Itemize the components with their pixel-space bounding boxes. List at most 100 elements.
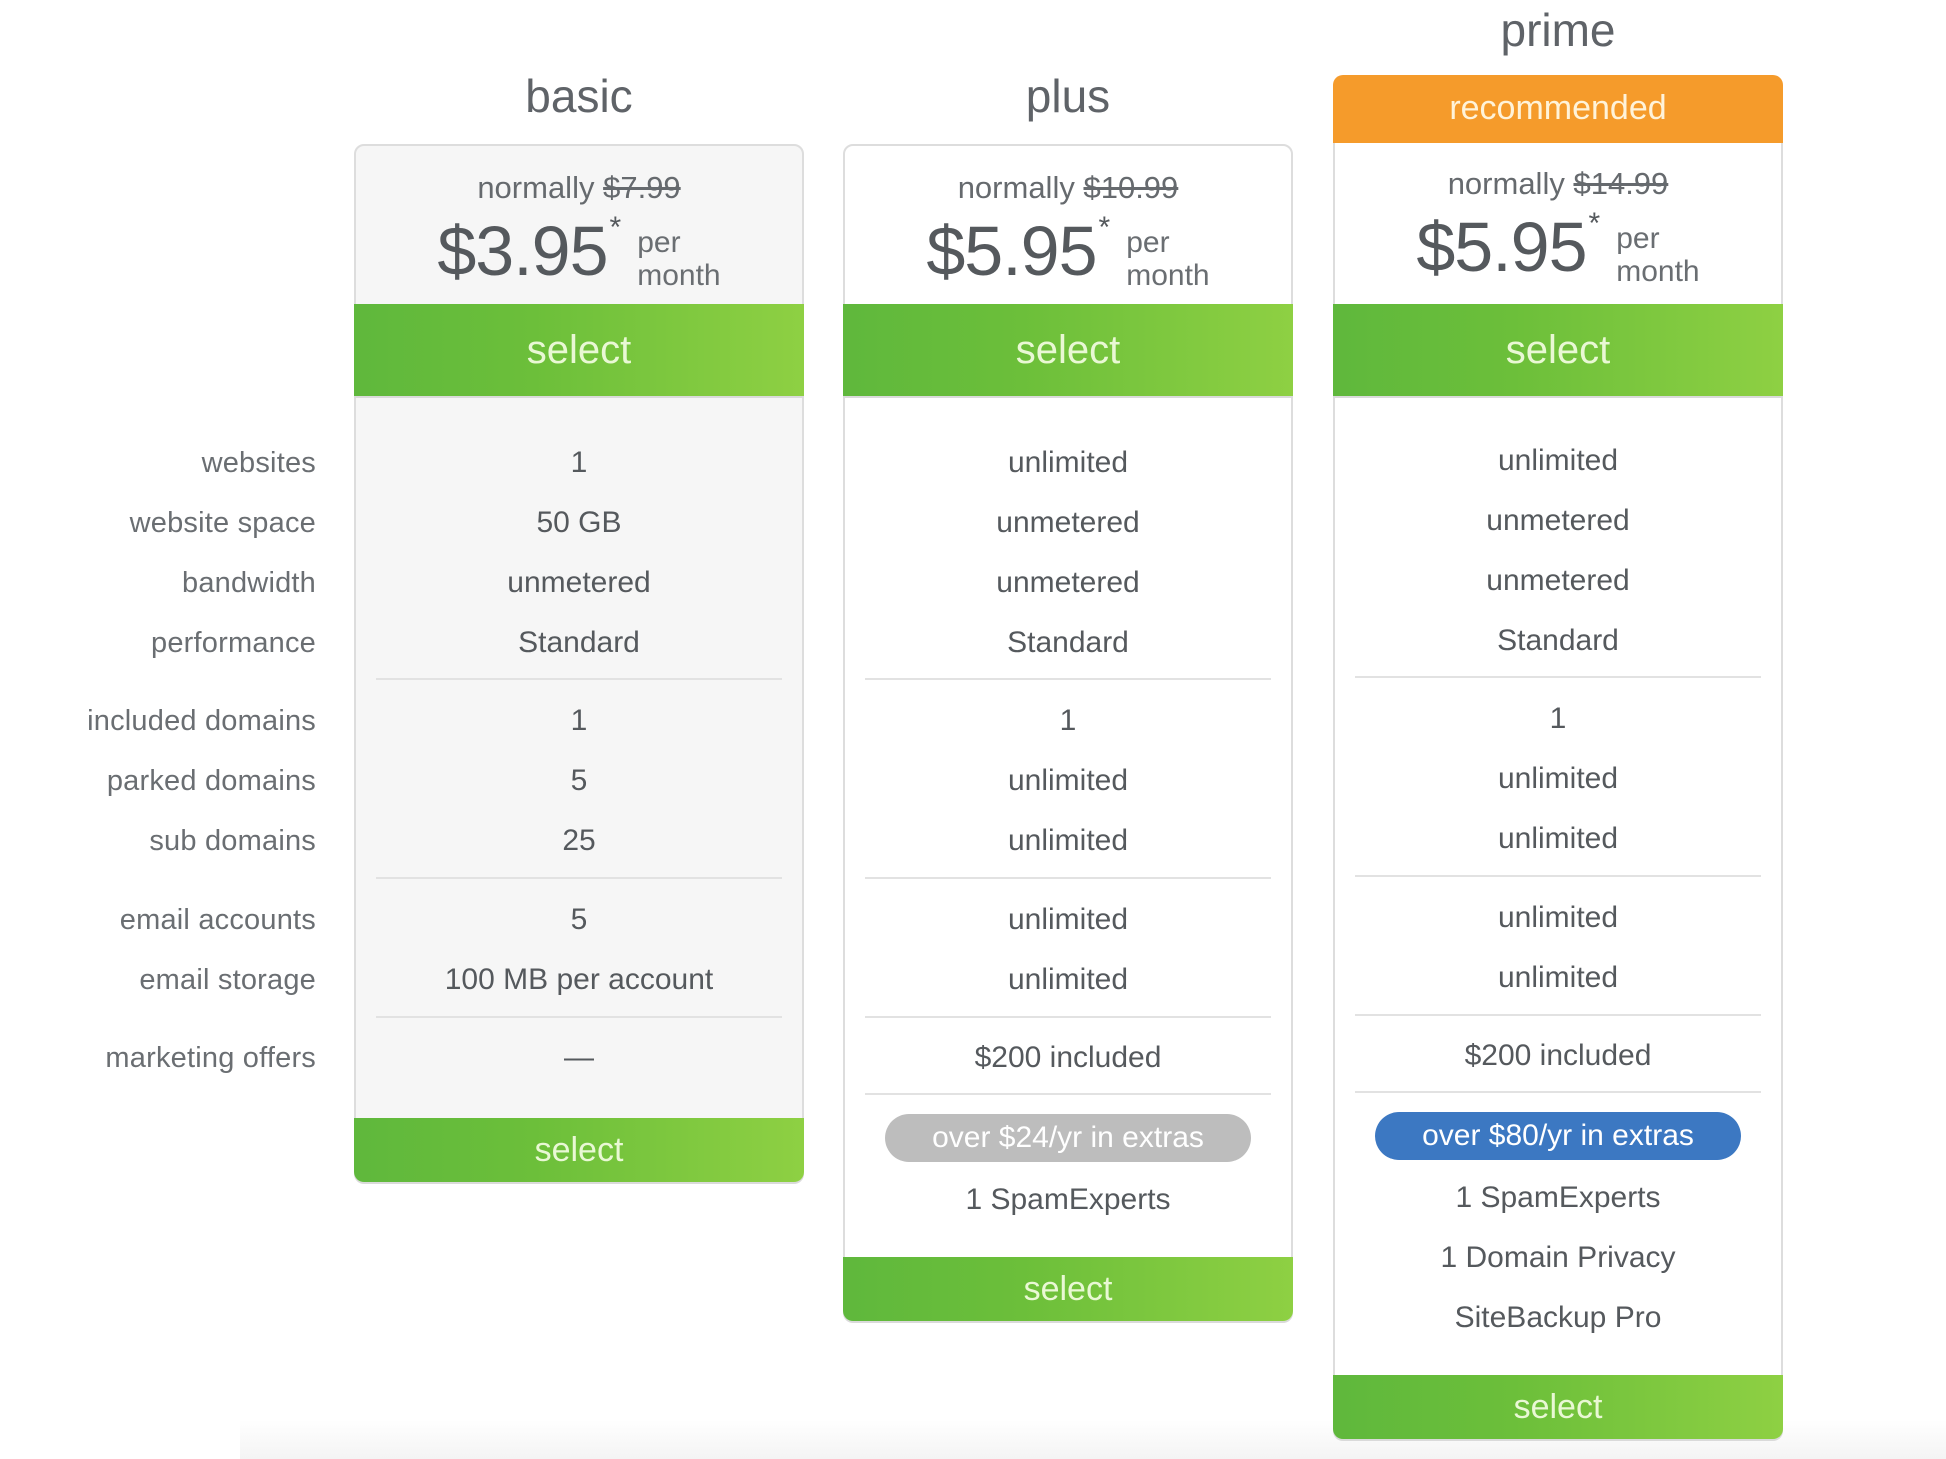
price-line: $3.95 * per month (356, 208, 802, 298)
divider (865, 1093, 1271, 1095)
feature-included-domains: 1 (1059, 704, 1077, 737)
divider (376, 1016, 782, 1018)
feature-email-accounts: 5 (570, 903, 588, 936)
normally-label: normally (477, 170, 595, 205)
feature-performance: Standard (518, 626, 640, 659)
per-month: per month (1126, 226, 1209, 292)
extra-item: 1 SpamExperts (965, 1183, 1171, 1216)
divider (865, 1016, 1271, 1018)
old-price: $7.99 (603, 170, 681, 205)
feature-website-space: 50 GB (536, 506, 622, 539)
sale-price: $3.95 (437, 212, 608, 290)
asterisk: * (609, 211, 622, 244)
asterisk: * (1098, 211, 1111, 244)
label-sub-domains: sub domains (149, 825, 316, 857)
normally-label: normally (957, 170, 1075, 205)
feature-email-accounts: unlimited (1007, 903, 1129, 936)
price-header: normally $10.99 $5.95 * per month (845, 146, 1291, 306)
feature-bandwidth: unmetered (996, 566, 1140, 599)
label-performance: performance (151, 627, 316, 659)
per-label: per (637, 226, 681, 259)
per-month: per month (1616, 222, 1699, 288)
sale-price: $5.95 (1416, 208, 1587, 286)
extra-item: 1 Domain Privacy (1440, 1241, 1676, 1274)
month-label: month (1616, 255, 1700, 288)
feature-parked-domains: unlimited (1007, 764, 1129, 797)
month-label: month (1126, 259, 1210, 292)
divider (865, 678, 1271, 680)
feature-parked-domains: 5 (570, 764, 588, 797)
price-header: normally $14.99 $5.95 * per month (1335, 143, 1781, 303)
bottom-select-button-prime[interactable]: select (1333, 1375, 1783, 1439)
old-price: $10.99 (1083, 170, 1179, 205)
divider (376, 877, 782, 879)
feature-performance: Standard (1007, 626, 1129, 659)
plan-title-prime: prime (1500, 4, 1616, 56)
price-line: $5.95 * per month (845, 208, 1291, 298)
select-button-prime[interactable]: select (1333, 304, 1783, 396)
old-price: $14.99 (1573, 166, 1669, 201)
plan-card-plus: normally $10.99 $5.95 * per month select… (843, 144, 1293, 1321)
normal-price: normally $14.99 (1335, 164, 1781, 204)
feature-websites: 1 (570, 446, 588, 479)
extra-item: 1 SpamExperts (1455, 1181, 1661, 1214)
feature-marketing-offers: $200 included (974, 1041, 1162, 1074)
divider (865, 877, 1271, 879)
plan-card-prime: normally $14.99 $5.95 * per month select… (1333, 143, 1783, 1439)
label-websites: websites (201, 447, 316, 479)
feature-email-storage: unlimited (1007, 963, 1129, 996)
normal-price: normally $7.99 (356, 168, 802, 208)
plan-title-basic: basic (525, 70, 633, 122)
bottom-select-button-plus[interactable]: select (843, 1257, 1293, 1321)
plan-title-plus: plus (1025, 70, 1111, 122)
feature-sub-domains: unlimited (1497, 822, 1619, 855)
feature-websites: unlimited (1497, 444, 1619, 477)
extras-badge: over $24/yr in extras (885, 1114, 1251, 1162)
extras-badge: over $80/yr in extras (1375, 1112, 1741, 1160)
bottom-select-button-basic[interactable]: select (354, 1118, 804, 1182)
feature-included-domains: 1 (570, 704, 588, 737)
normal-price: normally $10.99 (845, 168, 1291, 208)
label-bandwidth: bandwidth (181, 567, 316, 599)
feature-email-storage: unlimited (1497, 961, 1619, 994)
feature-included-domains: 1 (1549, 702, 1567, 735)
label-parked-domains: parked domains (106, 765, 316, 797)
feature-email-accounts: unlimited (1497, 901, 1619, 934)
price-header: normally $7.99 $3.95 * per month (356, 146, 802, 306)
divider (376, 678, 782, 680)
normally-label: normally (1447, 166, 1565, 201)
divider (1355, 875, 1761, 877)
label-marketing-offers: marketing offers (105, 1042, 316, 1074)
label-included-domains: included domains (87, 705, 316, 737)
extra-item: SiteBackup Pro (1454, 1301, 1662, 1334)
divider (1355, 1014, 1761, 1016)
label-email-storage: email storage (139, 964, 316, 996)
per-label: per (1616, 222, 1660, 255)
feature-bandwidth: unmetered (1486, 564, 1630, 597)
feature-websites: unlimited (1007, 446, 1129, 479)
price-line: $5.95 * per month (1335, 204, 1781, 294)
feature-website-space: unmetered (996, 506, 1140, 539)
recommended-banner: recommended (1333, 75, 1783, 143)
divider (1355, 1091, 1761, 1093)
feature-performance: Standard (1497, 624, 1619, 657)
feature-marketing-offers: — (564, 1041, 594, 1074)
label-website-space: website space (129, 507, 316, 539)
sale-price: $5.95 (926, 212, 1097, 290)
plan-card-basic: normally $7.99 $3.95 * per month select … (354, 144, 804, 1182)
label-email-accounts: email accounts (119, 904, 316, 936)
divider (1355, 676, 1761, 678)
feature-sub-domains: 25 (562, 824, 596, 857)
per-label: per (1126, 226, 1170, 259)
feature-sub-domains: unlimited (1007, 824, 1129, 857)
asterisk: * (1588, 207, 1601, 240)
month-label: month (637, 259, 721, 292)
select-button-basic[interactable]: select (354, 304, 804, 396)
feature-parked-domains: unlimited (1497, 762, 1619, 795)
feature-marketing-offers: $200 included (1464, 1039, 1652, 1072)
select-button-plus[interactable]: select (843, 304, 1293, 396)
feature-email-storage: 100 MB per account (444, 963, 714, 996)
feature-website-space: unmetered (1486, 504, 1630, 537)
per-month: per month (637, 226, 720, 292)
feature-bandwidth: unmetered (507, 566, 651, 599)
